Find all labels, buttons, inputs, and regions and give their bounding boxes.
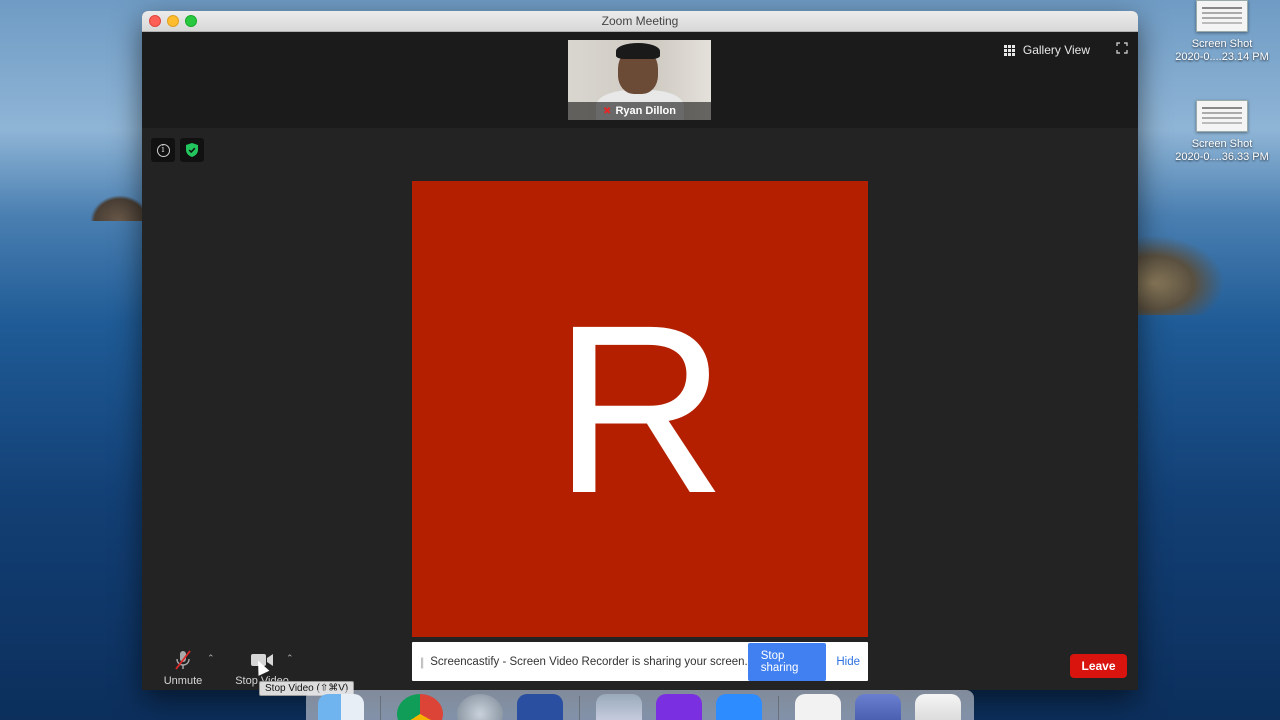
zoom-meeting-window: Zoom Meeting ✖ Ryan Dillon Gallery View …	[142, 11, 1138, 690]
desktop-file-label: Screen Shot 2020-0....36.33 PM	[1167, 138, 1277, 164]
leave-meeting-button[interactable]: Leave	[1070, 654, 1127, 678]
imovie-icon[interactable]	[656, 694, 702, 720]
screen-share-notice: || Screencastify - Screen Video Recorder…	[412, 642, 868, 681]
minimize-window-button[interactable]	[167, 15, 179, 27]
participant-name-bar: ✖ Ryan Dillon	[568, 102, 711, 120]
screenshot-icon[interactable]	[855, 694, 901, 720]
launchpad-icon[interactable]	[457, 694, 503, 720]
unmute-label: Unmute	[163, 675, 203, 687]
video-options-chevron-icon[interactable]: ⌃	[286, 653, 294, 664]
desktop-file-name: Screen Shot	[1191, 38, 1253, 50]
zoom-icon[interactable]	[716, 694, 762, 720]
shield-icon	[186, 143, 198, 157]
dock-divider	[778, 696, 779, 720]
speaker-avatar-initial: R	[553, 275, 727, 543]
desktop-file-screenshot-2[interactable]: Screen Shot 2020-0....36.33 PM	[1167, 100, 1277, 164]
desktop-island-left	[90, 195, 150, 221]
desktop-file-screenshot-1[interactable]: Screen Shot 2020-0....23.14 PM	[1167, 0, 1277, 64]
share-notice-text: Screencastify - Screen Video Recorder is…	[430, 655, 748, 668]
hide-notice-button[interactable]: Hide	[836, 656, 860, 668]
participant-name: Ryan Dillon	[615, 105, 676, 117]
desktop-file-date: 2020-0....36.33 PM	[1175, 151, 1269, 163]
macos-dock	[306, 690, 974, 720]
kipp-app-icon[interactable]	[517, 694, 563, 720]
window-controls	[149, 15, 197, 27]
gallery-view-label: Gallery View	[1022, 43, 1090, 57]
meeting-content: ✖ Ryan Dillon Gallery View i R Unmute ⌃ …	[142, 32, 1138, 690]
info-icon: i	[156, 143, 170, 157]
gallery-view-button[interactable]: Gallery View	[1003, 40, 1090, 60]
muted-mic-icon: ✖	[603, 105, 612, 117]
desktop-file-date: 2020-0....23.14 PM	[1175, 51, 1269, 63]
window-titlebar[interactable]: Zoom Meeting	[142, 11, 1138, 32]
finder-icon[interactable]	[318, 694, 364, 720]
desktop-file-name: Screen Shot	[1191, 138, 1253, 150]
participant-video-thumbnail[interactable]: ✖ Ryan Dillon	[568, 40, 711, 120]
zoom-window-button[interactable]	[185, 15, 197, 27]
screenshot-thumbnail-icon	[1196, 100, 1248, 132]
stop-sharing-button[interactable]: Stop sharing	[747, 642, 827, 681]
chrome-icon[interactable]	[397, 694, 443, 720]
grid-icon	[1003, 44, 1015, 56]
security-button[interactable]	[180, 138, 204, 162]
desktop-file-label: Screen Shot 2020-0....23.14 PM	[1167, 38, 1277, 64]
close-window-button[interactable]	[149, 15, 161, 27]
dock-divider	[579, 696, 580, 720]
audio-options-chevron-icon[interactable]: ⌃	[207, 653, 215, 664]
drag-handle-icon[interactable]: ||	[420, 655, 424, 669]
meeting-info-button[interactable]: i	[151, 138, 175, 162]
dock-divider	[380, 696, 381, 720]
trash-icon[interactable]	[915, 694, 961, 720]
screenshot-thumbnail-icon	[1196, 0, 1248, 32]
active-speaker-tile[interactable]: R	[412, 181, 868, 637]
fullscreen-icon[interactable]	[1116, 42, 1128, 54]
window-title: Zoom Meeting	[601, 14, 679, 28]
participant-cap	[616, 43, 660, 59]
desktop-island-right	[1135, 235, 1225, 315]
document-icon[interactable]	[795, 694, 841, 720]
preview-icon[interactable]	[596, 694, 642, 720]
